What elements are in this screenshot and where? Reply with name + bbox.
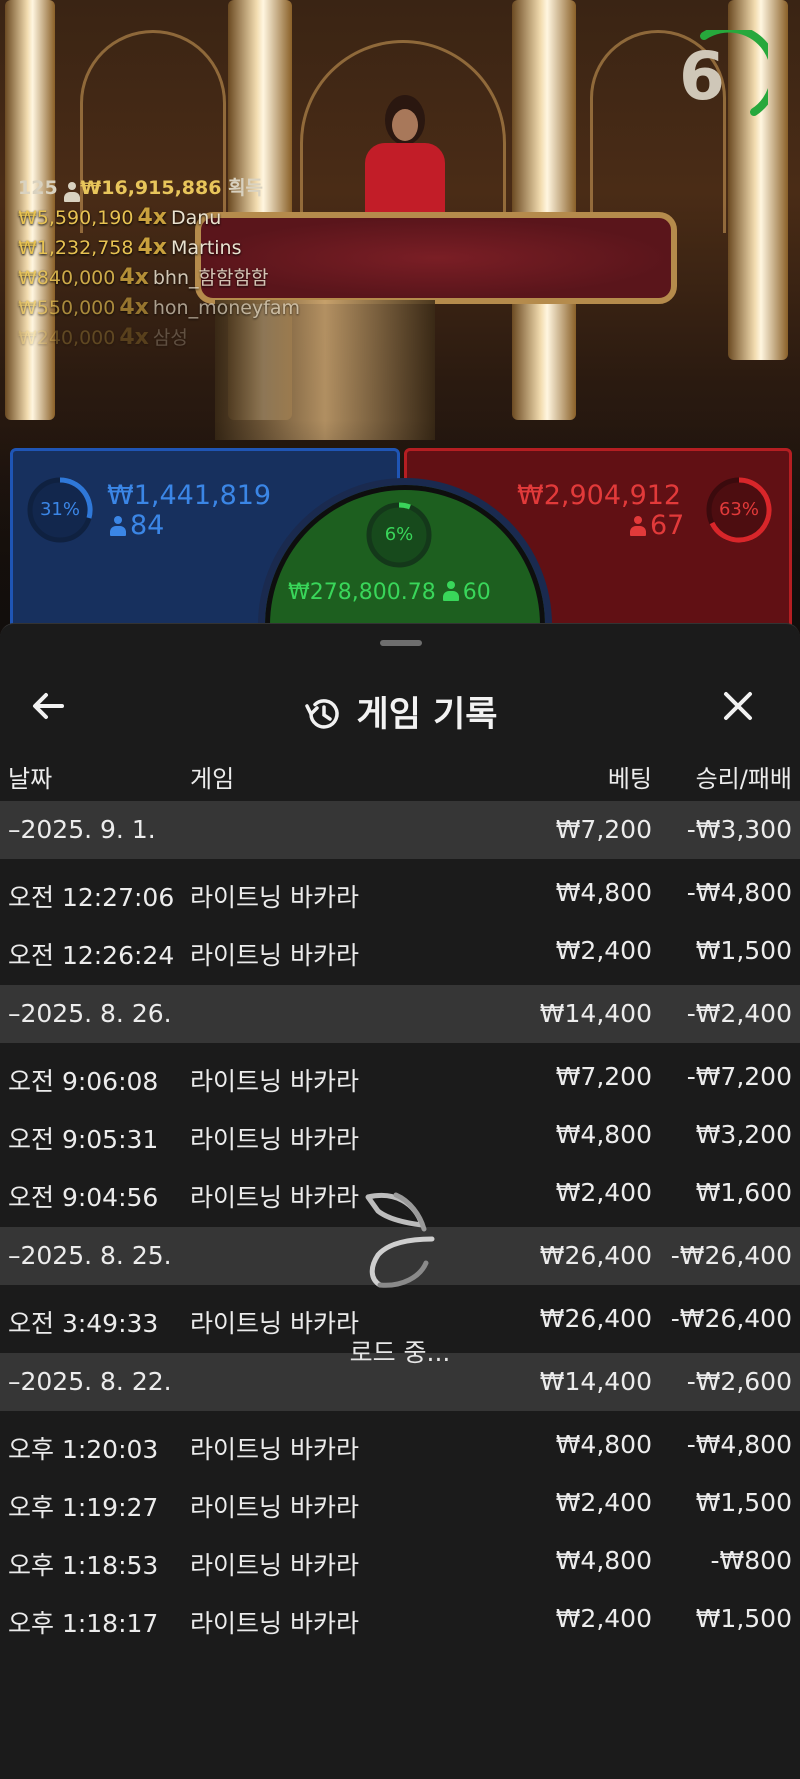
round-row[interactable]: 오전 9:06:08 라이트닝 바카라 ₩7,200 -₩7,200 (0, 1048, 800, 1106)
col-bet: 베팅 (607, 765, 652, 793)
title-text: 게임 기록 (356, 695, 498, 735)
table-header: 날짜 게임 베팅 승리/패배 (0, 749, 800, 801)
tie-bet-total: ₩278,800.78 60 (288, 580, 491, 605)
person-icon (442, 581, 459, 601)
loading-text: 로드 중... (349, 1338, 451, 1367)
round-row[interactable]: 오후 1:19:27 라이트닝 바카라 ₩2,400 ₩1,500 (0, 1474, 800, 1532)
date-group-row[interactable]: –2025. 9. 1. ₩7,200 -₩3,300 (0, 801, 800, 859)
player-bettors: 84 (110, 510, 164, 541)
col-date: 날짜 (8, 765, 53, 793)
round-row[interactable]: 오전 12:26:24 라이트닝 바카라 ₩2,400 ₩1,500 (0, 922, 800, 980)
col-game: 게임 (190, 765, 235, 793)
person-icon (64, 182, 81, 202)
winner-row: ₩550,000 4x hon_moneyfam (18, 295, 301, 320)
winner-row: ₩240,000 4x 삼성 (18, 325, 188, 350)
banker-bet-total: ₩2,904,912 (517, 480, 682, 511)
sheet-drag-handle[interactable] (380, 640, 422, 646)
col-winloss: 승리/패배 (695, 765, 792, 793)
player-bet-total: ₩1,441,819 (107, 480, 272, 511)
close-icon (724, 692, 752, 720)
banker-percent-ring: 63% (704, 475, 774, 545)
banker-percent: 63% (718, 499, 759, 520)
round-row[interactable]: 오후 1:18:53 라이트닝 바카라 ₩4,800 -₩800 (0, 1532, 800, 1590)
round-row[interactable]: 오후 1:18:17 라이트닝 바카라 ₩2,400 ₩1,500 (0, 1590, 800, 1648)
winner-row: ₩1,232,758 4x Martins (18, 235, 242, 260)
tie-percent: 6% (384, 524, 414, 545)
round-row[interactable]: 오후 1:20:03 라이트닝 바카라 ₩4,800 -₩4,800 (0, 1416, 800, 1474)
pillar-right-inner (512, 0, 576, 420)
person-icon (110, 516, 126, 536)
round-row[interactable]: 오전 12:27:06 라이트닝 바카라 ₩4,800 -₩4,800 (0, 864, 800, 922)
banker-bettors: 67 (630, 510, 684, 541)
close-button[interactable] (718, 686, 770, 734)
dealer (355, 95, 455, 225)
history-clock-icon (304, 699, 339, 729)
player-percent: 31% (39, 499, 80, 520)
sheet-title: 게임 기록 (0, 686, 800, 737)
date-group-row[interactable]: –2025. 8. 26. ₩14,400 -₩2,400 (0, 985, 800, 1043)
bet-countdown-timer: 6 (672, 24, 779, 126)
sheet-header: 게임 기록 (0, 664, 800, 754)
winner-row: ₩840,000 4x bhn_함함함함 (18, 265, 269, 290)
tie-percent-ring: 6% (364, 500, 434, 570)
round-row[interactable]: 오전 9:05:31 라이트닝 바카라 ₩4,800 ₩3,200 (0, 1106, 800, 1164)
player-percent-ring: 31% (25, 475, 95, 545)
timer-value: 6 (679, 38, 725, 115)
winner-row: ₩5,590,190 4x Danu (18, 205, 222, 230)
person-icon (630, 516, 646, 536)
winners-total: 125 ₩16,915,886 획득 (18, 177, 264, 202)
winners-list: 125 ₩16,915,886 획득 ₩5,590,190 4x Danu ₩1,2… (18, 174, 300, 353)
loading-spinner-icon (340, 1185, 460, 1295)
